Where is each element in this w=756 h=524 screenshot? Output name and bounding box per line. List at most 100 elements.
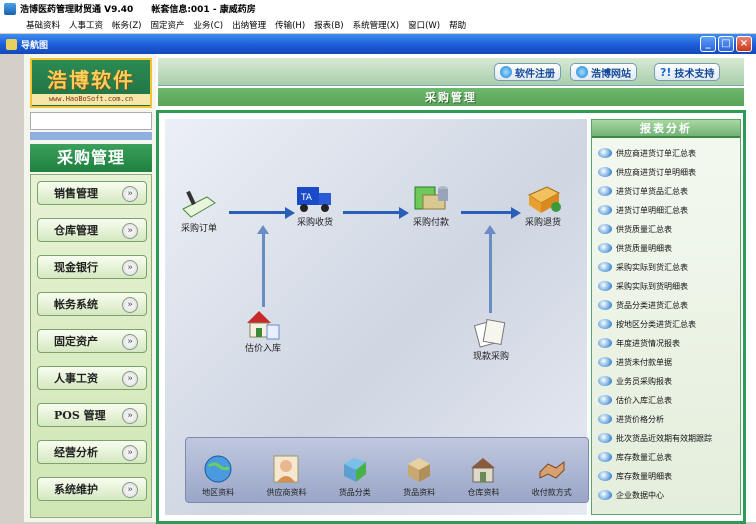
nav-label: 销售管理: [54, 187, 98, 200]
close-button[interactable]: ×: [736, 36, 752, 52]
report-link-icon: [598, 281, 612, 291]
menu-item-fixed-assets[interactable]: 固定资产: [151, 19, 185, 31]
nav-button-warehouse[interactable]: 仓库管理 »: [37, 218, 147, 242]
report-item[interactable]: 供货质量明细表: [598, 239, 672, 257]
menu-item-hr-payroll[interactable]: 人事工资: [69, 19, 103, 31]
report-item[interactable]: 采购实际到货明细表: [598, 277, 688, 295]
flow-node-estimated-stock-in[interactable]: 估价入库: [243, 307, 283, 354]
nav-button-cash-bank[interactable]: 现金银行 »: [37, 255, 147, 279]
nav-button-maintenance[interactable]: 系统维护 »: [37, 477, 147, 501]
basic-data-tray: 地区资料 供应商资料 货品分类 货品资料 仓库资料 收付款方式: [185, 437, 589, 503]
tray-item-warehouse[interactable]: 仓库资料: [467, 454, 499, 498]
report-item-label: 库存数量汇总表: [616, 452, 672, 462]
flow-node-purchase-order[interactable]: 采购订单: [179, 187, 219, 234]
menu-item-system[interactable]: 系统管理(X): [353, 19, 399, 31]
report-item[interactable]: 估价入库汇总表: [598, 391, 672, 409]
navigator-title: 导航图: [21, 40, 49, 51]
nav-button-pos[interactable]: POS 管理 »: [37, 403, 147, 427]
report-item[interactable]: 年度进货情况报表: [598, 334, 680, 352]
menu-item-business[interactable]: 业务(C): [194, 19, 224, 31]
report-item[interactable]: 按地区分类进货汇总表: [598, 315, 696, 333]
report-item[interactable]: 供应商进货订单明细表: [598, 163, 696, 181]
arrow-right-icon: [399, 207, 409, 219]
chevron-right-icon: »: [122, 482, 138, 498]
tray-item-goods[interactable]: 货品资料: [403, 454, 435, 498]
arrow-up-icon: [484, 225, 496, 234]
tray-label: 货品资料: [403, 488, 436, 497]
box-return-icon: [527, 186, 561, 213]
report-item[interactable]: 货品分类进货汇总表: [598, 296, 688, 314]
menu-item-help[interactable]: 帮助: [449, 19, 466, 31]
report-item-label: 采购实际到货汇总表: [616, 262, 688, 272]
flow-node-label: 采购收货: [296, 218, 333, 228]
account-info: 帐套信息:001 - 康威药房: [151, 5, 256, 15]
blank-box: [30, 112, 152, 130]
flow-node-receiving[interactable]: TA 采购收货: [295, 181, 335, 228]
app-icon: [4, 2, 16, 15]
report-item-label: 估价入库汇总表: [616, 395, 672, 405]
documents-icon: [473, 319, 506, 348]
nav-button-sales[interactable]: 销售管理 »: [37, 181, 147, 205]
report-item[interactable]: 进货价格分析: [598, 410, 664, 428]
nav-button-analysis[interactable]: 经营分析 »: [37, 440, 147, 464]
module-panel: 采购订单 TA 采购收货 采购付款 采购退货 估价入库 现款采购 地区资料 供应…: [156, 110, 746, 524]
report-link-icon: [598, 395, 612, 405]
report-item[interactable]: 批次货品近效期有效期跟踪: [598, 429, 712, 447]
menu-item-basic-data[interactable]: 基础资料: [26, 19, 60, 31]
flow-node-payment[interactable]: 采购付款: [411, 181, 451, 228]
report-item[interactable]: 供应商进货订单汇总表: [598, 144, 696, 162]
report-item[interactable]: 库存数量汇总表: [598, 448, 672, 466]
report-item-label: 供货质量明细表: [616, 243, 672, 253]
report-item[interactable]: 采购实际到货汇总表: [598, 258, 688, 276]
window-controls: _ □ ×: [700, 36, 752, 52]
flow-node-return[interactable]: 采购退货: [523, 181, 563, 228]
report-item-label: 进货订单货品汇总表: [616, 186, 688, 196]
brand-logo-text: 浩博软件: [47, 68, 135, 92]
section-title: 采购管理: [425, 91, 477, 104]
report-item[interactable]: 企业数据中心: [598, 486, 664, 504]
report-item[interactable]: 库存数量明细表: [598, 467, 672, 485]
menu-item-reports[interactable]: 报表(B): [314, 19, 343, 31]
report-panel: 报表分析 供应商进货订单汇总表 供应商进货订单明细表 进货订单货品汇总表 进货订…: [591, 119, 741, 515]
nav-button-hr-payroll[interactable]: 人事工资 »: [37, 366, 147, 390]
nav-label: 经营分析: [54, 446, 98, 459]
nav-label: 人事工资: [54, 372, 98, 385]
website-label: 浩博网站: [591, 68, 631, 80]
report-item-label: 年度进货情况报表: [616, 338, 680, 348]
report-item[interactable]: 供货质量汇总表: [598, 220, 672, 238]
website-button[interactable]: 浩博网站: [570, 63, 637, 81]
person-photo-icon: [273, 455, 299, 483]
flow-connector: [262, 233, 265, 307]
divider-strip: [30, 132, 152, 140]
register-button[interactable]: 软件注册: [494, 63, 561, 81]
menu-item-transfer[interactable]: 传输(H): [275, 19, 305, 31]
menu-item-window[interactable]: 窗口(W): [408, 19, 440, 31]
handshake-icon: [539, 461, 565, 479]
report-item[interactable]: 业务员采购报表: [598, 372, 672, 390]
nav-button-accounts[interactable]: 帐务系统 »: [37, 292, 147, 316]
navigator-icon: [6, 38, 17, 50]
tray-item-category[interactable]: 货品分类: [339, 454, 371, 498]
report-item[interactable]: 进货未付款单据: [598, 353, 672, 371]
nav-button-fixed-assets[interactable]: 固定资产 »: [37, 329, 147, 353]
tray-item-supplier[interactable]: 供应商资料: [266, 454, 306, 498]
flow-diagram: 采购订单 TA 采购收货 采购付款 采购退货 估价入库 现款采购 地区资料 供应…: [165, 119, 589, 515]
report-item[interactable]: 进货订单货品汇总表: [598, 182, 688, 200]
tray-label: 仓库资料: [467, 488, 500, 497]
nav-label: 系统维护: [54, 483, 98, 496]
report-item-label: 进货订单明细汇总表: [616, 205, 688, 215]
menu-item-cashier[interactable]: 出纳管理: [232, 19, 266, 31]
left-panel: 浩博软件 www.HaoBoSoft.com.cn 采购管理 销售管理 » 仓库管…: [24, 54, 156, 522]
report-heading: 报表分析: [592, 120, 740, 138]
report-item[interactable]: 进货订单明细汇总表: [598, 201, 688, 219]
menu-item-accounts[interactable]: 帐务(Z): [112, 19, 141, 31]
support-button[interactable]: ?! 技术支持: [654, 63, 721, 81]
flow-node-cash-purchase[interactable]: 现款采购: [471, 315, 511, 362]
svg-text:TA: TA: [300, 193, 313, 203]
pen-tablet-icon: [182, 190, 216, 218]
maximize-button[interactable]: □: [718, 36, 734, 52]
flow-connector: [229, 211, 287, 214]
tray-item-payment-method[interactable]: 收付款方式: [532, 454, 572, 498]
minimize-button[interactable]: _: [700, 36, 716, 52]
tray-item-region[interactable]: 地区资料: [202, 454, 234, 498]
